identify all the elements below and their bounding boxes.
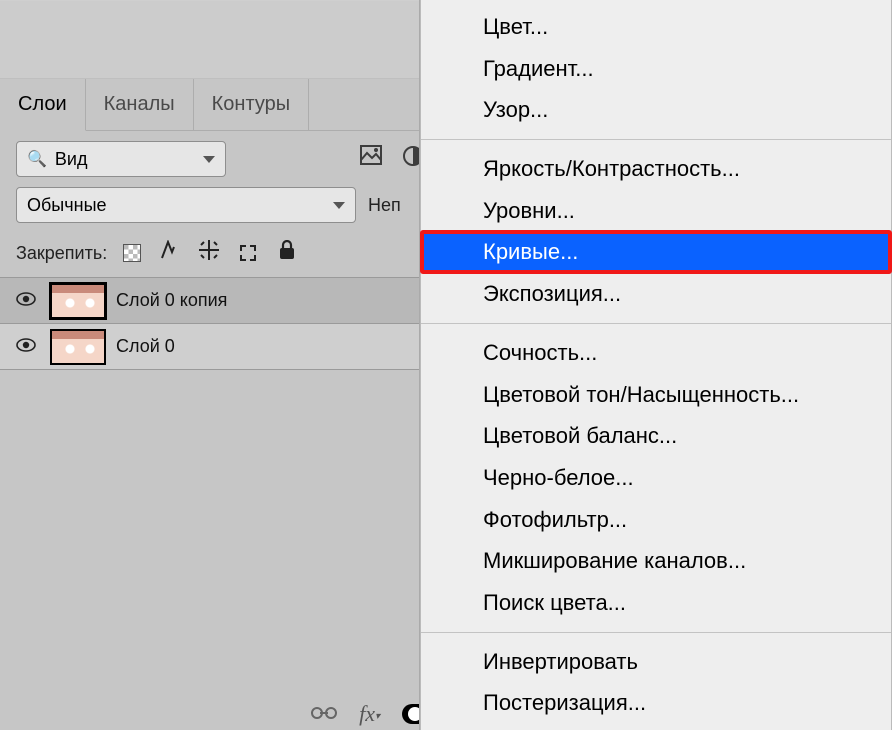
menu-item[interactable]: Цвет... xyxy=(421,6,891,48)
layer-visibility-toggle[interactable] xyxy=(12,290,40,311)
tab-layers[interactable]: Слои xyxy=(0,79,86,131)
blend-mode-label: Обычные xyxy=(27,195,107,216)
search-icon: 🔍 xyxy=(27,149,47,169)
menu-item[interactable]: Черно-белое... xyxy=(421,457,891,499)
tab-channels[interactable]: Каналы xyxy=(86,79,194,131)
layers-panel: Слои Каналы Контуры 🔍 Вид Обычные Неп За… xyxy=(0,0,450,730)
layer-thumbnail-image xyxy=(52,285,104,317)
lock-image-pixels-icon[interactable] xyxy=(157,240,181,266)
layer-filter-kind-dropdown[interactable]: 🔍 Вид xyxy=(16,141,226,177)
menu-item[interactable]: Фотофильтр... xyxy=(421,499,891,541)
adjustment-layer-menu: Цвет...Градиент...Узор... Яркость/Контрас… xyxy=(420,0,892,730)
layer-visibility-toggle[interactable] xyxy=(12,336,40,357)
lock-all-icon[interactable] xyxy=(275,240,299,266)
layer-filter-kind-label: Вид xyxy=(55,149,88,170)
chevron-down-icon xyxy=(203,156,215,163)
layer-name[interactable]: Слой 0 копия xyxy=(116,290,227,311)
tab-paths[interactable]: Контуры xyxy=(194,79,309,131)
menu-separator xyxy=(421,139,891,140)
lock-position-icon[interactable] xyxy=(197,239,221,267)
opacity-label: Неп xyxy=(368,195,401,216)
menu-item[interactable]: Цветовой баланс... xyxy=(421,415,891,457)
blend-row: Обычные Неп xyxy=(0,185,450,231)
menu-item[interactable]: Изогелия... xyxy=(421,724,891,730)
menu-item[interactable]: Поиск цвета... xyxy=(421,582,891,624)
lock-label: Закрепить: xyxy=(16,243,107,264)
menu-item[interactable]: Уровни... xyxy=(421,190,891,232)
layer-name[interactable]: Слой 0 xyxy=(116,336,175,357)
panel-tabs: Слои Каналы Контуры xyxy=(0,79,450,131)
menu-separator xyxy=(421,632,891,633)
menu-item[interactable]: Яркость/Контрастность... xyxy=(421,148,891,190)
menu-item[interactable]: Сочность... xyxy=(421,332,891,374)
layer-row[interactable]: Слой 0 копия xyxy=(0,278,450,324)
menu-item[interactable]: Постеризация... xyxy=(421,682,891,724)
menu-item[interactable]: Узор... xyxy=(421,89,891,131)
chevron-down-icon xyxy=(333,202,345,209)
layer-thumbnail[interactable] xyxy=(50,283,106,319)
panel-header-space xyxy=(0,1,450,79)
menu-item[interactable]: Цветовой тон/Насыщенность... xyxy=(421,374,891,416)
blend-mode-dropdown[interactable]: Обычные xyxy=(16,187,356,223)
lock-artboard-icon[interactable] xyxy=(237,242,259,264)
layers-list: Слой 0 копия Слой 0 xyxy=(0,277,450,370)
menu-item[interactable]: Инвертировать xyxy=(421,641,891,683)
layer-row[interactable]: Слой 0 xyxy=(0,324,450,370)
menu-item[interactable]: Кривые... xyxy=(421,231,891,273)
layers-empty-area xyxy=(0,370,450,700)
menu-item[interactable]: Градиент... xyxy=(421,48,891,90)
lock-row: Закрепить: xyxy=(0,231,450,277)
layer-thumbnail[interactable] xyxy=(50,329,106,365)
link-layers-icon[interactable] xyxy=(311,701,337,727)
filter-image-icon[interactable] xyxy=(360,145,382,173)
layers-bottom-bar: fx▾ xyxy=(0,700,450,730)
lock-transparent-pixels-icon[interactable] xyxy=(123,244,141,262)
layer-thumbnail-image xyxy=(52,331,104,363)
menu-item[interactable]: Микширование каналов... xyxy=(421,540,891,582)
layer-fx-icon[interactable]: fx▾ xyxy=(359,701,380,727)
menu-separator xyxy=(421,323,891,324)
filter-row: 🔍 Вид xyxy=(0,131,450,185)
menu-item[interactable]: Экспозиция... xyxy=(421,273,891,315)
